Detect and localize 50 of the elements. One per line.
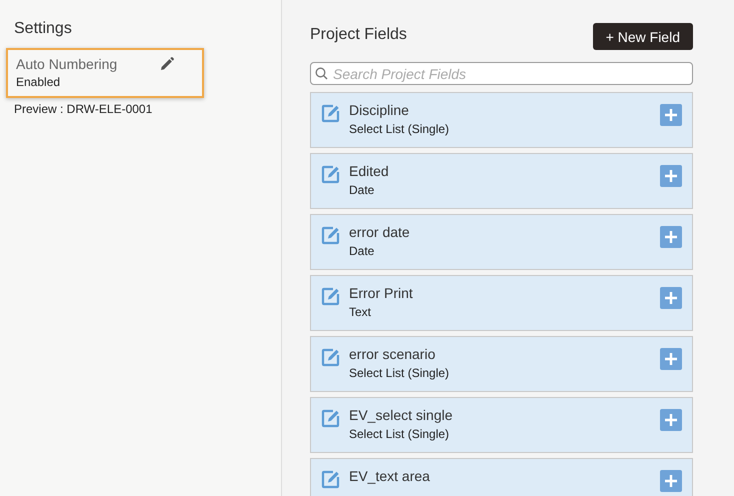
edit-icon	[321, 164, 341, 184]
project-fields-title: Project Fields	[310, 26, 407, 44]
field-name: EV_text area	[349, 468, 431, 484]
field-name: error date	[349, 224, 411, 240]
pencil-icon[interactable]	[160, 57, 174, 71]
plus-icon	[665, 353, 677, 365]
search-field[interactable]: Search Project Fields	[310, 62, 693, 85]
new-field-button[interactable]: + New Field	[592, 23, 693, 50]
settings-title: Settings	[13, 20, 73, 38]
field-card[interactable]: Error Print Text	[310, 275, 693, 331]
edit-icon	[321, 408, 341, 428]
add-button[interactable]	[660, 226, 682, 248]
field-type: Select List (Single)	[349, 122, 450, 136]
edit-icon	[321, 347, 341, 367]
field-card[interactable]: error date Date	[310, 214, 693, 270]
preview-text: Preview : DRW-ELE-0001	[13, 101, 154, 118]
plus-icon	[665, 292, 677, 304]
plus-icon	[665, 109, 677, 121]
field-name: Discipline	[349, 102, 410, 118]
field-card[interactable]: error scenario Select List (Single)	[310, 336, 693, 392]
field-type: Date	[349, 244, 376, 258]
field-name: Edited	[349, 163, 390, 179]
add-button[interactable]	[660, 409, 682, 431]
add-button[interactable]	[660, 287, 682, 309]
field-name: Error Print	[349, 285, 414, 301]
field-name: error scenario	[349, 346, 436, 362]
field-card[interactable]: Discipline Select List (Single)	[310, 92, 693, 148]
plus-icon	[665, 414, 677, 426]
field-type: Text	[349, 305, 372, 319]
field-type: Select List (Single)	[349, 366, 450, 380]
field-card[interactable]: EV_text area	[310, 458, 693, 496]
field-name: EV_select single	[349, 407, 454, 423]
edit-icon	[321, 103, 341, 123]
field-type: Date	[349, 183, 376, 197]
auto-numbering-label: Auto Numbering	[16, 56, 118, 72]
edit-icon	[321, 225, 341, 245]
add-button[interactable]	[660, 104, 682, 126]
add-button[interactable]	[660, 470, 682, 492]
add-button[interactable]	[660, 165, 682, 187]
auto-numbering-status: Enabled	[16, 75, 62, 89]
plus-icon	[665, 231, 677, 243]
plus-icon	[665, 475, 677, 487]
plus-icon	[665, 170, 677, 182]
field-card[interactable]: EV_select single Select List (Single)	[310, 397, 693, 453]
field-type: Select List (Single)	[349, 427, 450, 441]
edit-icon	[321, 286, 341, 306]
add-button[interactable]	[660, 348, 682, 370]
auto-numbering-card[interactable]: Auto Numbering Enabled	[6, 48, 204, 98]
edit-icon	[321, 469, 341, 489]
field-card[interactable]: Edited Date	[310, 153, 693, 209]
